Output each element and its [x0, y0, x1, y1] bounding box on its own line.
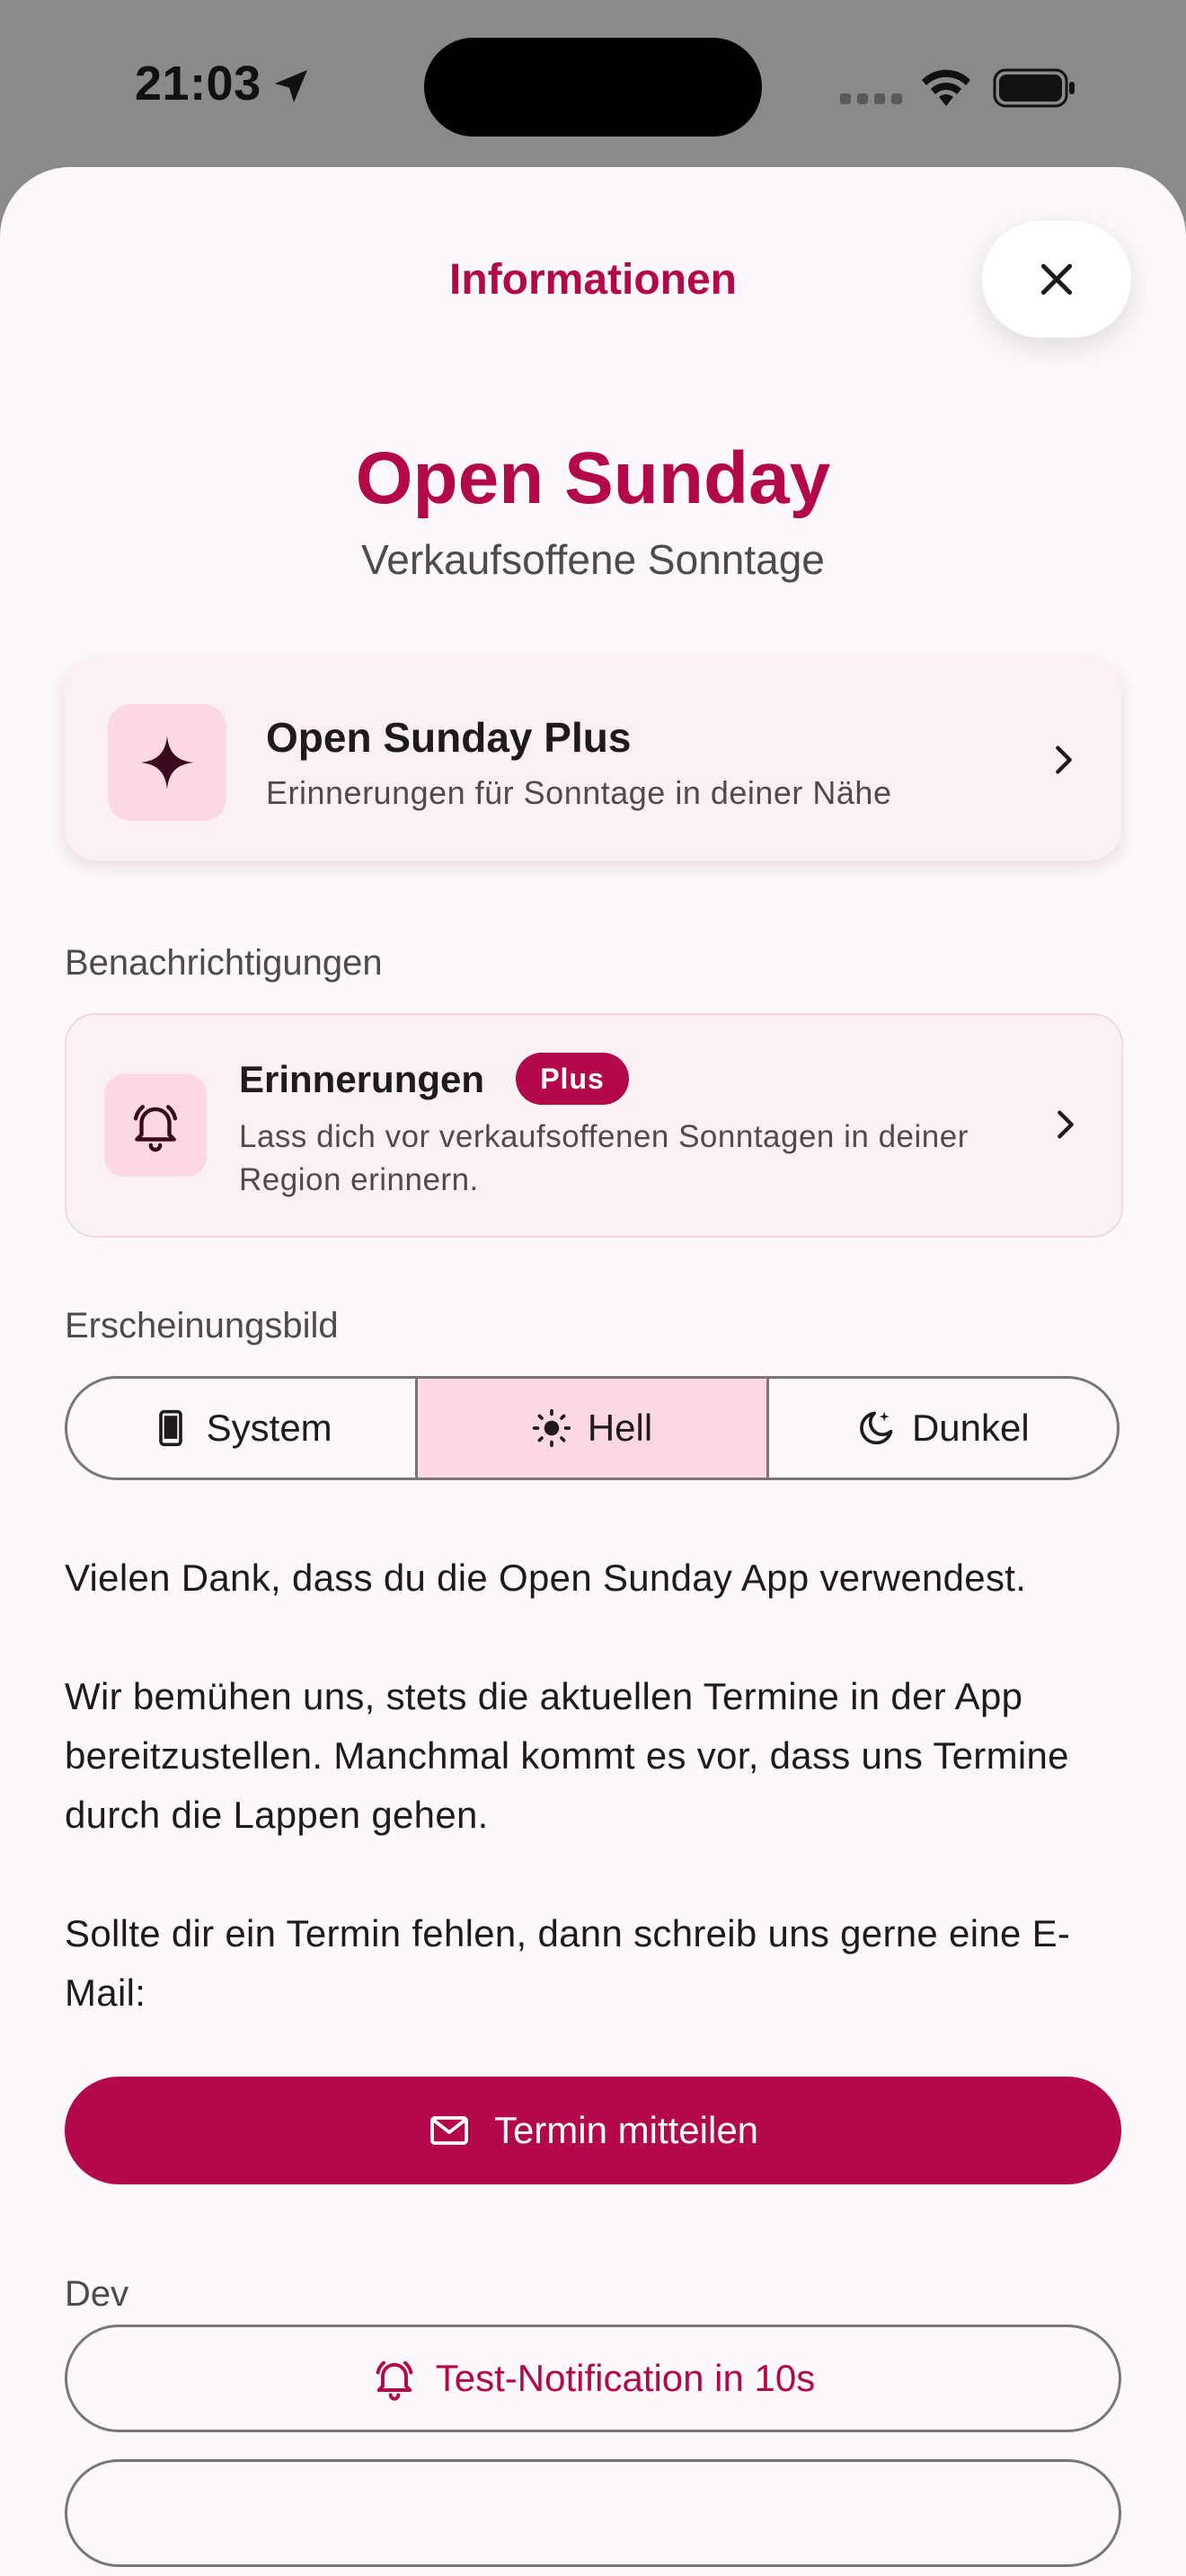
notifications-section-label: Benachrichtigungen	[65, 943, 383, 983]
appearance-section-label: Erscheinungsbild	[65, 1306, 339, 1345]
sun-icon	[532, 1408, 571, 1448]
dev-button-partial[interactable]	[65, 2459, 1121, 2567]
appearance-option-label: System	[206, 1407, 332, 1449]
status-time: 21:03	[135, 57, 261, 110]
status-bar: 21:03	[0, 0, 1186, 167]
appearance-option-label: Hell	[587, 1407, 653, 1449]
appearance-option-dunkel[interactable]: Dunkel	[766, 1379, 1117, 1478]
report-date-button[interactable]: Termin mitteilen	[65, 2077, 1121, 2184]
bell-ring-icon	[376, 2360, 413, 2401]
plus-card-description: Erinnerungen für Sonntage in deiner Nähe	[266, 774, 892, 811]
test-notification-label: Test-Notification in 10s	[435, 2357, 816, 2399]
phone-icon	[158, 1409, 182, 1447]
appearance-segmented-control: System Hell Dunkel	[65, 1376, 1120, 1480]
appearance-option-hell[interactable]: Hell	[415, 1379, 766, 1478]
info-sheet: Informationen Open Sunday Verkaufsoffene…	[0, 167, 1186, 2576]
appearance-option-label: Dunkel	[911, 1407, 1030, 1449]
battery-icon	[993, 68, 1075, 108]
open-sunday-plus-card[interactable]: Open Sunday Plus Erinnerungen für Sonnta…	[65, 659, 1121, 860]
info-paragraph-dates: Wir bemühen uns, stets die aktuellen Ter…	[65, 1675, 1069, 1836]
dynamic-island	[424, 38, 762, 137]
app-name: Open Sunday	[355, 437, 831, 519]
wifi-icon	[922, 69, 970, 106]
bell-ring-icon	[133, 1105, 178, 1152]
info-paragraph-thanks: Vielen Dank, dass du die Open Sunday App…	[65, 1557, 1027, 1599]
cellular-signal-icon	[840, 93, 902, 104]
reminders-title: Erinnerungen	[239, 1058, 485, 1100]
appearance-option-system[interactable]: System	[67, 1379, 415, 1478]
info-paragraph-email: Sollte dir ein Termin fehlen, dann schre…	[65, 1912, 1071, 2014]
reminders-description: Lass dich vor verkaufsoffenen Sonntagen …	[239, 1119, 969, 1197]
chevron-right-icon	[1058, 1110, 1074, 1139]
location-arrow-icon	[275, 70, 307, 102]
close-icon	[1040, 263, 1073, 296]
plus-card-title: Open Sunday Plus	[266, 714, 632, 761]
test-notification-button[interactable]: Test-Notification in 10s	[65, 2325, 1121, 2432]
close-button[interactable]	[982, 221, 1131, 338]
sparkle-icon	[140, 736, 194, 790]
chevron-right-icon	[1056, 745, 1072, 774]
report-date-button-label: Termin mitteilen	[493, 2109, 759, 2151]
reminders-card[interactable]: Erinnerungen Plus Lass dich vor verkaufs…	[65, 1013, 1123, 1238]
mail-icon	[430, 2116, 468, 2145]
moon-icon	[860, 1411, 893, 1445]
dev-section-label: Dev	[65, 2274, 129, 2314]
plus-badge: Plus	[516, 1053, 629, 1105]
reminders-icon-tile	[104, 1074, 207, 1177]
app-subtitle: Verkaufsoffene Sonntage	[361, 536, 825, 583]
plus-icon-tile	[108, 704, 226, 821]
